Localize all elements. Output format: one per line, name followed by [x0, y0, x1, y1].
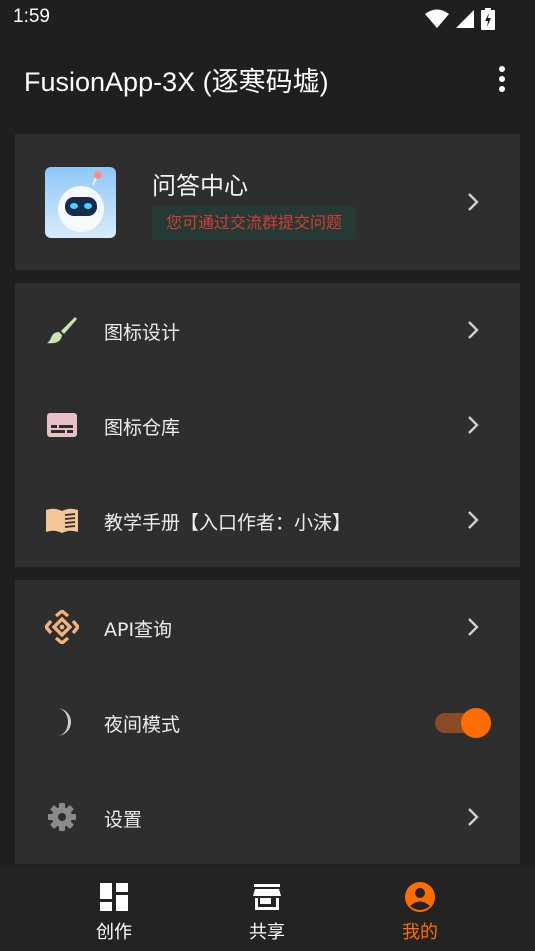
battery-icon — [481, 8, 495, 30]
menu-item-label: API查询 — [104, 619, 173, 641]
nav-item-mine[interactable]: 我的 — [360, 867, 480, 951]
bottom-navigation: 创作 共享 我的 — [0, 867, 535, 951]
cellular-icon — [456, 10, 474, 28]
chevron-right-icon — [468, 618, 479, 636]
status-bar: 1:59 — [0, 0, 535, 36]
menu-item-icon-repository[interactable]: 图标仓库 — [15, 378, 520, 473]
api-icon — [45, 610, 79, 644]
nav-label: 我的 — [402, 922, 438, 943]
menu-item-icon-design[interactable]: 图标设计 — [15, 283, 520, 378]
dashboard-icon — [100, 883, 128, 911]
menu-item-label: 图标设计 — [104, 322, 181, 344]
qa-title: 问答中心 — [152, 172, 248, 200]
app-bar: FusionApp-3X (逐寒码墟) — [0, 36, 535, 122]
night-mode-toggle[interactable] — [435, 707, 491, 739]
chevron-right-icon — [468, 416, 479, 434]
gear-icon — [45, 800, 79, 834]
book-icon — [45, 503, 79, 537]
robot-icon — [45, 167, 116, 238]
status-time: 1:59 — [13, 6, 50, 27]
menu-item-label: 教学手册【入口作者：小沫】 — [104, 512, 352, 534]
chevron-right-icon — [468, 511, 479, 529]
menu-item-label: 图标仓库 — [104, 417, 181, 439]
moon-icon — [45, 705, 79, 739]
nav-item-create[interactable]: 创作 — [54, 867, 174, 951]
nav-item-share[interactable]: 共享 — [207, 867, 327, 951]
subtitles-icon — [45, 408, 79, 442]
paintbrush-icon — [45, 313, 79, 347]
chevron-right-icon — [468, 321, 479, 339]
nav-label: 共享 — [249, 922, 285, 943]
chevron-right-icon — [468, 193, 479, 211]
menu-item-settings[interactable]: 设置 — [15, 770, 520, 865]
toggle-thumb — [461, 708, 491, 738]
menu-item-tutorial[interactable]: 教学手册【入口作者：小沫】 — [15, 473, 520, 568]
store-icon — [253, 884, 281, 910]
overflow-menu-button[interactable] — [487, 62, 517, 96]
account-icon — [405, 882, 435, 912]
status-icons — [425, 8, 495, 30]
robot-avatar — [45, 167, 116, 238]
qa-hint-badge: 您可通过交流群提交问题 — [152, 206, 357, 240]
settings-card: API查询 夜间模式 设置 — [15, 580, 520, 864]
menu-item-night-mode: 夜间模式 — [15, 675, 520, 770]
menu-item-api-query[interactable]: API查询 — [15, 580, 520, 675]
qa-center-card[interactable]: 问答中心 您可通过交流群提交问题 — [15, 134, 520, 270]
more-vert-icon — [499, 66, 505, 92]
menu-item-label: 夜间模式 — [104, 714, 181, 736]
wifi-icon — [425, 9, 449, 28]
app-title: FusionApp-3X (逐寒码墟) — [24, 67, 329, 97]
chevron-right-icon — [468, 808, 479, 826]
menu-item-label: 设置 — [104, 809, 143, 831]
nav-label: 创作 — [96, 922, 132, 943]
tools-card: 图标设计 图标仓库 教学手册【入口作者：小沫】 — [15, 283, 520, 567]
